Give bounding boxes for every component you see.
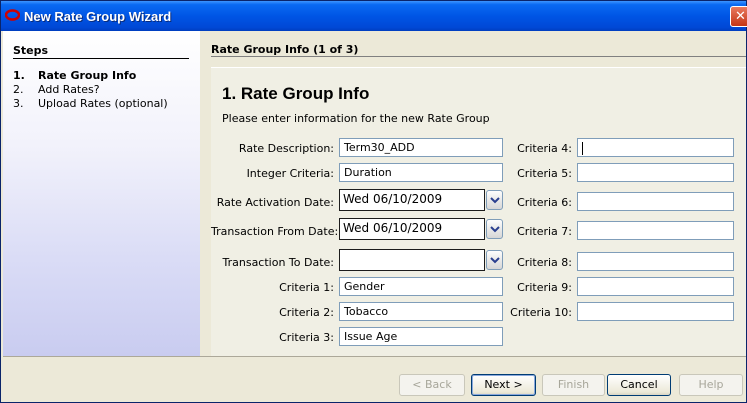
transaction-to-date-label: Transaction To Date: <box>222 256 335 269</box>
criteria-10-label: Criteria 10: <box>510 306 572 319</box>
step-label: Rate Group Info <box>38 69 137 82</box>
transaction-from-date-input[interactable]: Wed 06/10/2009 <box>339 218 485 240</box>
criteria-7-input[interactable] <box>577 221 734 240</box>
criteria-4-label: Criteria 4: <box>517 142 572 155</box>
chevron-down-icon <box>490 226 500 233</box>
finish-button[interactable]: Finish <box>542 374 605 396</box>
button-bar-divider <box>3 356 746 357</box>
criteria-8-label: Criteria 8: <box>517 256 572 269</box>
criteria-9-input[interactable] <box>577 277 734 296</box>
step-item-rate-group-info: 1. Rate Group Info <box>13 69 136 82</box>
window-title: New Rate Group Wizard <box>24 9 172 24</box>
help-button[interactable]: Help <box>679 374 743 396</box>
rate-description-label: Rate Description: <box>238 142 334 155</box>
criteria-1-input[interactable]: Gender <box>339 277 503 296</box>
criteria-5-input[interactable] <box>577 163 734 182</box>
steps-title: Steps <box>13 44 49 57</box>
close-icon: ✕ <box>735 9 746 24</box>
rate-description-input[interactable]: Term30_ADD <box>339 138 503 157</box>
chevron-down-icon <box>490 257 500 264</box>
criteria-5-label: Criteria 5: <box>517 167 572 180</box>
transaction-from-date-label: Transaction From Date: <box>211 225 339 238</box>
step-label: Add Rates? <box>38 83 100 96</box>
oval-logo-icon <box>5 9 20 21</box>
page-title: 1. Rate Group Info <box>222 84 370 103</box>
criteria-4-input[interactable] <box>577 138 734 157</box>
content-header: Rate Group Info (1 of 3) <box>211 43 359 56</box>
instructions-text: Please enter information for the new Rat… <box>222 112 490 125</box>
title-bar[interactable]: New Rate Group Wizard ✕ <box>1 1 747 31</box>
steps-panel: Steps 1. Rate Group Info 2. Add Rates? 3. U… <box>3 31 200 356</box>
step-item-upload-rates: 3. Upload Rates (optional) <box>13 97 168 110</box>
rate-activation-date-input[interactable]: Wed 06/10/2009 <box>339 189 485 211</box>
wizard-window: New Rate Group Wizard ✕ Steps 1. Rate Gro… <box>0 0 747 403</box>
step-number: 1. <box>13 69 25 82</box>
criteria-2-label: Criteria 2: <box>279 306 334 319</box>
close-button[interactable]: ✕ <box>730 6 747 27</box>
criteria-3-input[interactable]: Issue Age <box>339 327 503 346</box>
criteria-6-input[interactable] <box>577 192 734 211</box>
criteria-1-label: Criteria 1: <box>279 281 334 294</box>
criteria-2-input[interactable]: Tobacco <box>339 302 503 321</box>
integer-criteria-input[interactable]: Duration <box>339 163 503 182</box>
step-number: 2. <box>13 83 24 96</box>
steps-divider <box>13 58 189 59</box>
criteria-10-input[interactable] <box>577 302 734 321</box>
step-label: Upload Rates (optional) <box>38 97 168 110</box>
step-item-add-rates: 2. Add Rates? <box>13 83 100 96</box>
criteria-9-label: Criteria 9: <box>517 281 572 294</box>
cancel-button[interactable]: Cancel <box>607 374 671 396</box>
content-divider <box>211 56 746 57</box>
step-number: 3. <box>13 97 24 110</box>
criteria-3-label: Criteria 3: <box>279 331 334 344</box>
integer-criteria-label: Integer Criteria: <box>246 167 334 180</box>
criteria-6-label: Criteria 6: <box>517 196 572 209</box>
criteria-7-label: Criteria 7: <box>517 225 572 238</box>
next-button[interactable]: Next > <box>471 374 536 396</box>
chevron-down-icon <box>490 197 500 204</box>
criteria-8-input[interactable] <box>577 252 734 271</box>
back-button[interactable]: < Back <box>399 374 465 396</box>
text-cursor <box>582 141 583 155</box>
transaction-from-date-dropdown[interactable] <box>486 219 503 239</box>
transaction-to-date-dropdown[interactable] <box>486 250 503 270</box>
rate-activation-date-label: Rate Activation Date: <box>216 196 334 209</box>
rate-activation-date-dropdown[interactable] <box>486 190 503 210</box>
transaction-to-date-input[interactable] <box>339 249 485 271</box>
